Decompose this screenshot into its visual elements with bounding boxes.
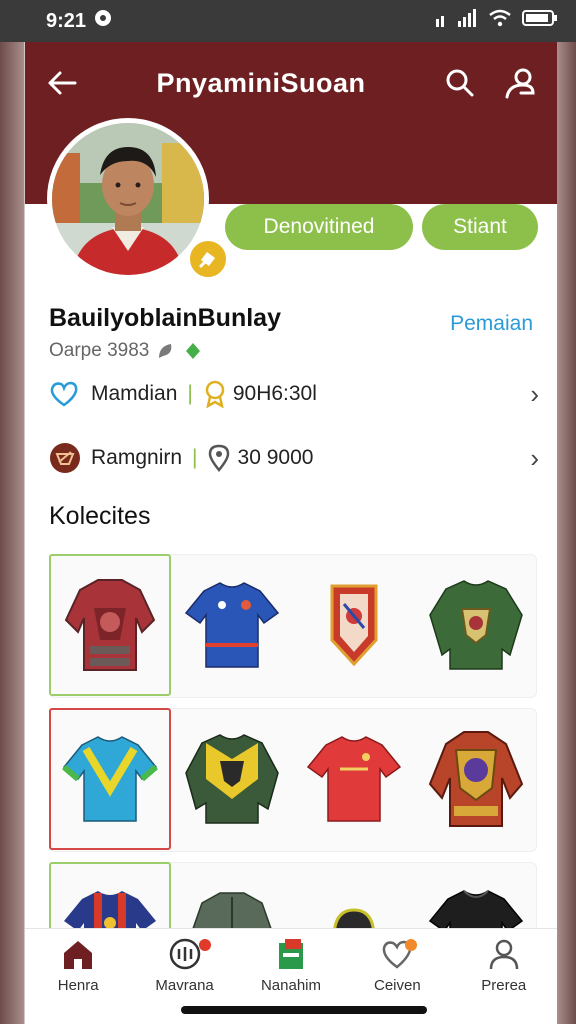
info-row-label: Mamdian bbox=[91, 382, 178, 405]
collection-item-armor-gold[interactable] bbox=[415, 708, 537, 850]
chevron-right-icon: › bbox=[530, 442, 539, 473]
info-row-label: Ramgnirn bbox=[91, 446, 183, 469]
info-row-value: 90H6:30l bbox=[232, 382, 317, 405]
collection-item-jersey-multicolor[interactable] bbox=[49, 708, 171, 850]
user-icon bbox=[505, 68, 535, 99]
profile-button[interactable] bbox=[503, 66, 537, 100]
award-icon bbox=[205, 380, 225, 408]
jersey-icon bbox=[185, 734, 279, 824]
battery-icon bbox=[522, 9, 558, 33]
search-button[interactable] bbox=[443, 66, 477, 100]
divider: | bbox=[192, 446, 198, 469]
jersey-icon bbox=[306, 736, 402, 822]
jersey-icon bbox=[184, 582, 280, 668]
book-icon bbox=[278, 939, 303, 969]
home-indicator[interactable] bbox=[181, 1006, 427, 1014]
profile-name: BauilyoblainBunlay bbox=[49, 304, 281, 332]
nav-notifications[interactable]: Mavrana bbox=[135, 937, 235, 994]
team-crest-icon bbox=[50, 443, 80, 473]
page-title: PnyaminiSuoan bbox=[156, 67, 366, 98]
collection-item-jersey-red[interactable] bbox=[293, 708, 415, 850]
chevron-right-icon: › bbox=[530, 378, 539, 409]
collection-item-jersey-yellow[interactable] bbox=[171, 708, 293, 850]
search-icon bbox=[446, 69, 474, 97]
bell-icon bbox=[169, 938, 200, 970]
notification-badge bbox=[198, 939, 211, 951]
signal-icon bbox=[436, 9, 478, 33]
info-row-value: 30 9000 bbox=[237, 446, 314, 469]
info-row-ramgnirn[interactable]: Ramgnirn | 30 9000 › bbox=[49, 438, 539, 478]
jersey-icon bbox=[62, 736, 158, 822]
wifi-icon bbox=[488, 9, 512, 33]
collection-item-jersey-blue[interactable] bbox=[171, 554, 293, 696]
jersey-icon bbox=[429, 580, 523, 670]
primary-action-button[interactable]: Denovitined bbox=[225, 204, 413, 250]
armor-icon bbox=[64, 579, 156, 671]
top-bar: PnyaminiSuoan bbox=[25, 62, 557, 104]
back-button[interactable] bbox=[45, 66, 79, 100]
nav-label: Ceiven bbox=[374, 977, 421, 994]
profile-subtitle-text: Oarpe 3983 bbox=[49, 340, 150, 361]
arrow-left-icon bbox=[48, 71, 77, 95]
profile-link[interactable]: Pemaian bbox=[450, 312, 533, 336]
verified-badge-icon bbox=[187, 238, 229, 280]
nav-label: Prerea bbox=[481, 977, 527, 994]
nav-home[interactable]: Henra bbox=[28, 937, 128, 994]
avatar[interactable] bbox=[47, 118, 209, 280]
pennant-icon bbox=[330, 584, 378, 667]
nav-library[interactable]: Nanahim bbox=[241, 937, 341, 994]
shield-icon bbox=[94, 9, 112, 33]
heart-outline-icon bbox=[50, 381, 78, 407]
tag-icon bbox=[186, 343, 201, 359]
status-time: 9:21 bbox=[46, 9, 87, 32]
nav-profile[interactable]: Prerea bbox=[454, 937, 554, 994]
nav-label: Henra bbox=[57, 977, 99, 994]
collection-item-pennant[interactable] bbox=[293, 554, 415, 696]
divider: | bbox=[187, 382, 193, 405]
profile-subtitle: Oarpe 3983 bbox=[49, 340, 201, 362]
nav-favorites[interactable]: Ceiven bbox=[347, 937, 447, 994]
user-icon bbox=[489, 939, 518, 970]
nav-label: Nanahim bbox=[260, 977, 321, 994]
collection-item-jersey-green[interactable] bbox=[415, 554, 537, 696]
armor-icon bbox=[428, 731, 524, 827]
section-title: Kolecites bbox=[49, 502, 151, 530]
home-icon bbox=[64, 941, 93, 969]
secondary-action-button[interactable]: Stiant bbox=[422, 204, 538, 250]
location-pin-icon bbox=[208, 444, 229, 472]
leaf-icon bbox=[159, 344, 172, 358]
status-bar: 9:21 bbox=[0, 0, 576, 42]
collection-item-armor-red[interactable] bbox=[49, 554, 171, 696]
info-row-mamdian[interactable]: Mamdian | 90H6:30l › bbox=[49, 374, 539, 414]
app-screen: PnyaminiSuoan Denovitined Stiant Bauilyo… bbox=[25, 42, 557, 1024]
nav-label: Mavrana bbox=[155, 977, 214, 994]
notification-badge bbox=[405, 939, 418, 951]
